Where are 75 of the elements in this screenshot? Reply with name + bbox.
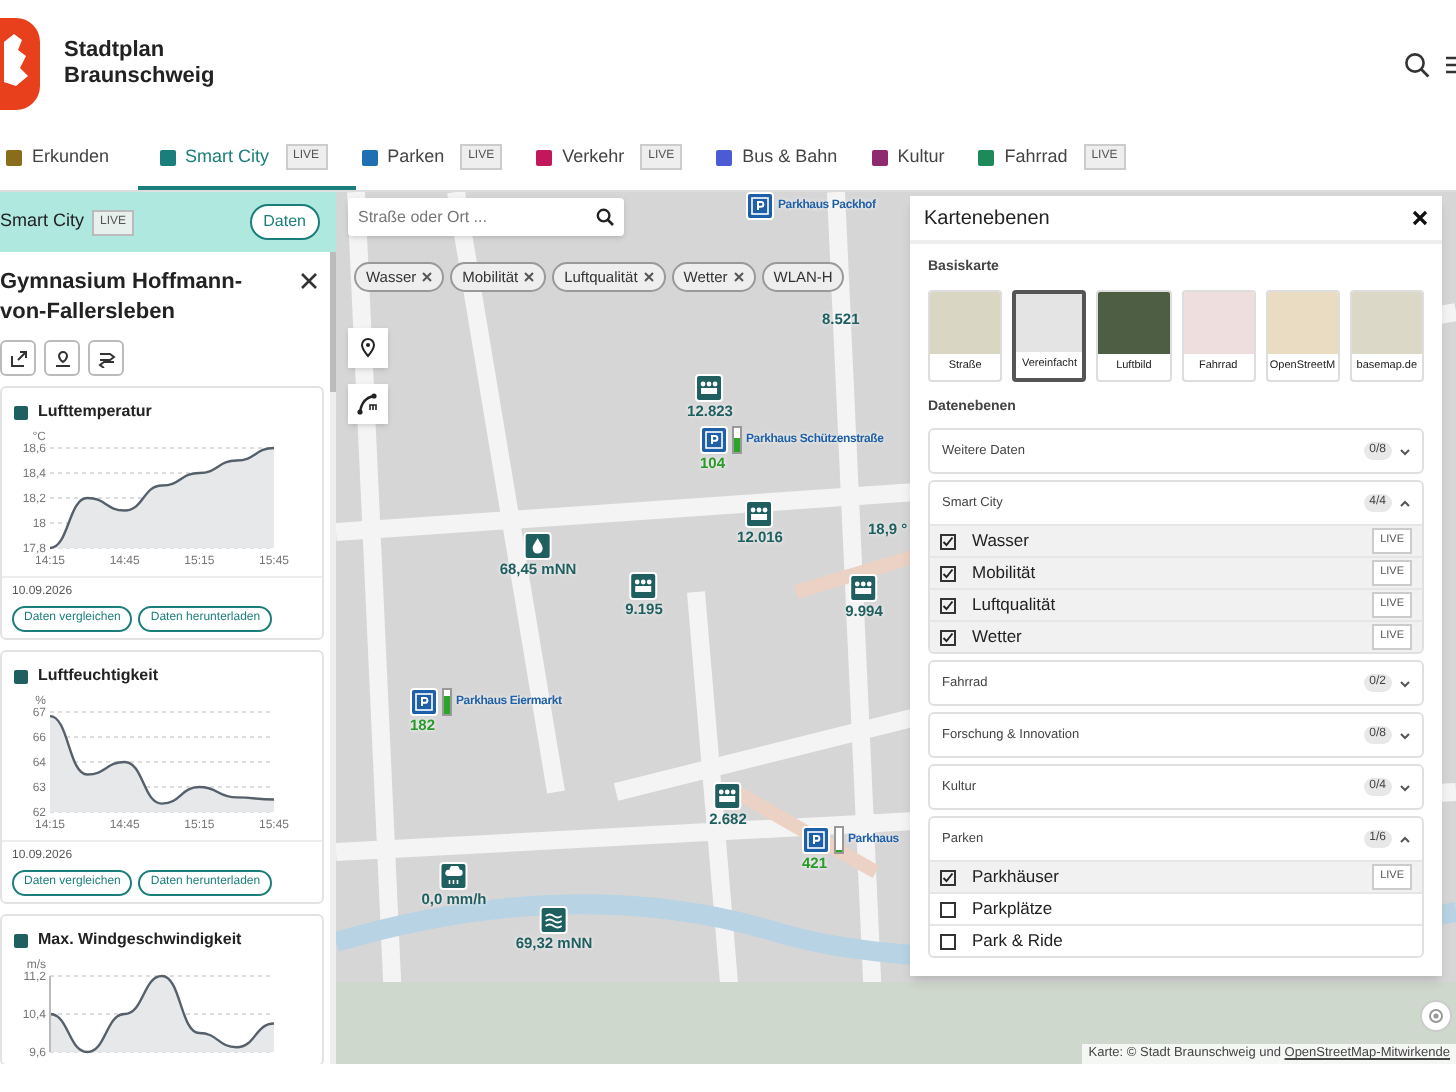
checked-checkbox[interactable] [940, 533, 956, 549]
category-tab[interactable]: Bus & Bahn [710, 128, 866, 190]
section-title: Smart City [0, 208, 85, 235]
checkbox[interactable] [940, 933, 956, 949]
chevron-icon [1400, 783, 1410, 791]
group-icon[interactable] [850, 574, 878, 602]
map-thumbnail [1183, 291, 1254, 353]
checked-checkbox[interactable] [940, 565, 956, 581]
locate-button[interactable] [44, 340, 80, 376]
share-icon [9, 349, 27, 367]
data-button[interactable]: Daten [249, 204, 320, 240]
target-icon [1428, 1008, 1444, 1024]
group-icon[interactable] [746, 500, 774, 528]
route-icon [97, 349, 115, 367]
layer-label: Wasser [972, 528, 1029, 554]
layer-row[interactable]: Parkplätze [930, 892, 1422, 924]
group-icon[interactable] [696, 374, 724, 402]
close-icon[interactable] [300, 272, 318, 290]
search-icon[interactable] [1404, 51, 1430, 77]
close-icon[interactable] [1412, 210, 1428, 226]
close-icon[interactable] [643, 272, 654, 282]
layer-label: Parkhäuser [972, 864, 1059, 890]
search-field[interactable]: Straße oder Ort ... [348, 198, 624, 236]
waves-icon[interactable] [540, 906, 568, 934]
close-icon[interactable] [422, 272, 433, 282]
layer-row[interactable]: Park & Ride [930, 924, 1422, 956]
category-tab[interactable]: Erkunden [0, 128, 138, 190]
layer-label: Luftqualität [972, 592, 1056, 618]
card-title: Lufttemperatur [38, 400, 152, 424]
axis-line [49, 975, 51, 1053]
route-icon [356, 392, 380, 416]
card-title: Max. Windgeschwindigkeit [38, 928, 242, 952]
card-title: Luftfeuchtigkeit [38, 664, 158, 688]
close-icon[interactable] [524, 272, 535, 282]
droplet-icon[interactable] [524, 532, 552, 560]
scrollbar[interactable] [330, 252, 336, 1064]
map-thumbnail [1098, 291, 1169, 353]
pin-icon [53, 349, 71, 367]
checked-checkbox[interactable] [940, 597, 956, 613]
chevron-icon [1400, 731, 1410, 739]
site-title: Stadtplan [64, 38, 167, 64]
pin-icon [360, 338, 376, 358]
chevron-icon [1400, 835, 1410, 843]
parking-icon[interactable] [802, 826, 830, 854]
group-icon[interactable] [714, 782, 742, 810]
share-button[interactable] [0, 340, 36, 376]
chevron-icon [1400, 679, 1410, 687]
layer-label: Park & Ride [972, 928, 1063, 954]
map-thumbnail [930, 291, 1001, 353]
menu-icon[interactable] [1446, 55, 1456, 73]
layer-label: Wetter [972, 624, 1022, 650]
parking-icon[interactable] [746, 192, 774, 220]
layer-label: Parkplätze [972, 896, 1053, 922]
location-title: Gymnasium Hoffmann-von-Fallersleben [0, 268, 245, 328]
parking-icon[interactable] [410, 688, 438, 716]
close-icon[interactable] [733, 272, 744, 282]
chevron-icon [1400, 447, 1410, 455]
map-thumbnail [1267, 291, 1338, 353]
route-button[interactable] [88, 340, 124, 376]
group-icon[interactable] [630, 572, 658, 600]
map-thumbnail [1016, 293, 1083, 351]
panel-title: Kartenebenen [924, 205, 1050, 233]
category-tab[interactable]: Kultur [865, 128, 973, 190]
layer-label: Mobilität [972, 560, 1036, 586]
map-thumbnail [1351, 291, 1422, 353]
chevron-icon [1400, 499, 1410, 507]
rain-cloud-icon[interactable] [440, 862, 468, 890]
measure-route-button[interactable] [348, 384, 388, 424]
search-icon[interactable] [596, 208, 614, 226]
checked-checkbox[interactable] [940, 869, 956, 885]
checked-checkbox[interactable] [940, 629, 956, 645]
site-title: Braunschweig [64, 64, 215, 90]
parking-icon[interactable] [700, 426, 728, 454]
location-pin-button[interactable] [348, 328, 388, 368]
checkbox[interactable] [940, 901, 956, 917]
